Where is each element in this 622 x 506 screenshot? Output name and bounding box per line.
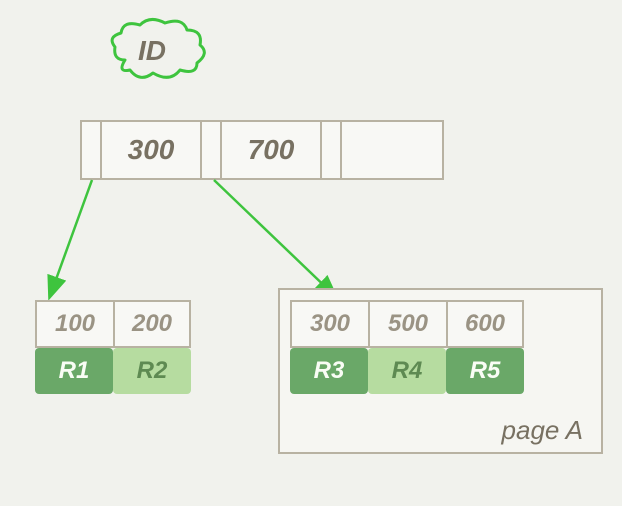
leaf-right-key-1: 500 — [368, 300, 446, 348]
leaf-right-record-1: R4 — [368, 348, 446, 394]
leaf-right-key-0: 300 — [290, 300, 368, 348]
root-pointer-0 — [82, 122, 102, 178]
leaf-right-key-2: 600 — [446, 300, 524, 348]
leaf-left-record-1: R2 — [113, 348, 191, 394]
root-key-0: 300 — [102, 122, 202, 178]
page-label: page A — [502, 415, 583, 446]
leaf-left-record-0: R1 — [35, 348, 113, 394]
root-key-1: 700 — [222, 122, 322, 178]
root-pointer-1 — [202, 122, 222, 178]
root-node: 300 700 — [80, 120, 444, 180]
leaf-right-record-0: R3 — [290, 348, 368, 394]
leaf-node-right: 300 500 600 R3 R4 R5 — [290, 300, 524, 394]
leaf-right-record-2: R5 — [446, 348, 524, 394]
root-empty — [342, 122, 442, 178]
page-a-container: 300 500 600 R3 R4 R5 page A — [278, 288, 603, 454]
index-label: ID — [138, 35, 166, 67]
root-pointer-2 — [322, 122, 342, 178]
leaf-left-key-0: 100 — [35, 300, 113, 348]
leaf-left-key-1: 200 — [113, 300, 191, 348]
leaf-node-left: 100 200 R1 R2 — [35, 300, 191, 394]
